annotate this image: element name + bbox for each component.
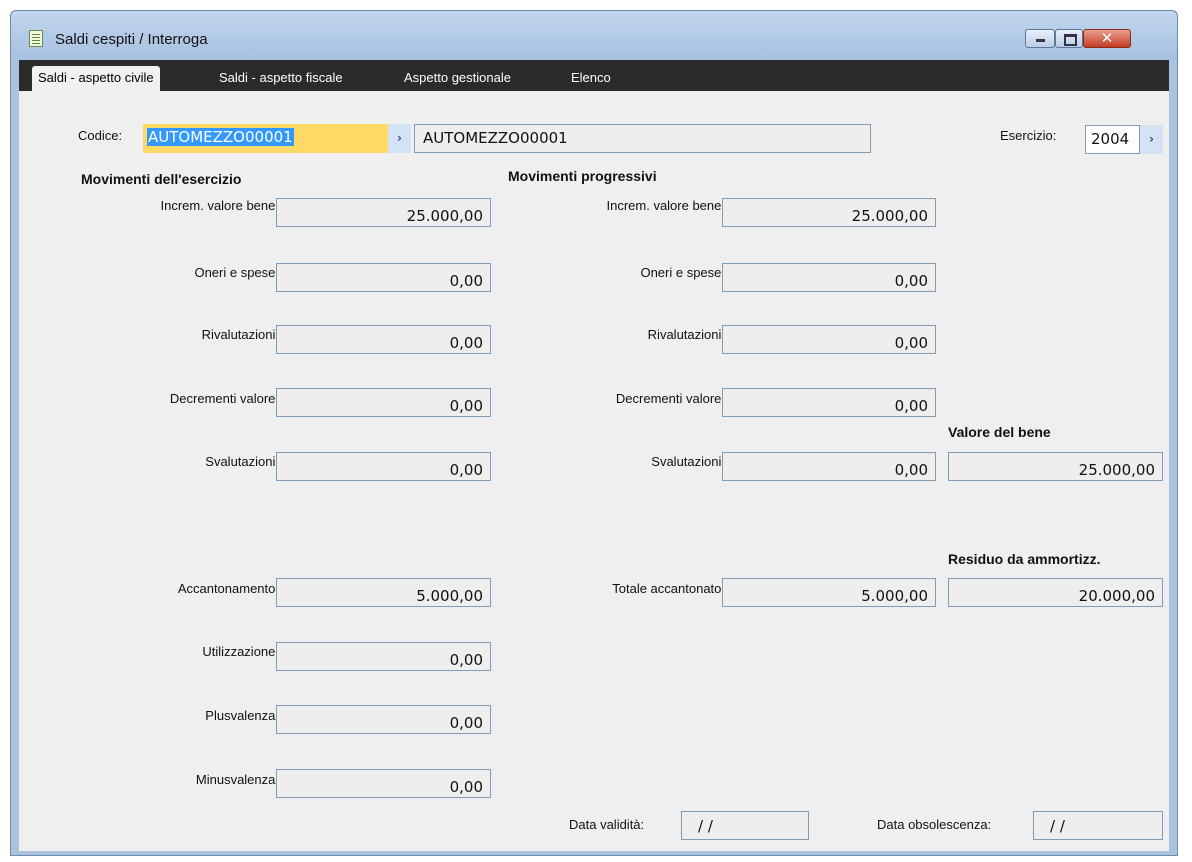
esercizio-label-minusvalenza: Minusvalenza: <box>195 772 279 787</box>
esercizio-label-rivalutazioni: Rivalutazioni: <box>201 327 279 342</box>
residuo-field[interactable]: 20.000,00 <box>948 578 1163 607</box>
esercizio-input[interactable]: 2004 <box>1085 125 1140 154</box>
esercizio-field-accantonamento[interactable]: 5.000,00 <box>276 578 491 607</box>
codice-zoom-button[interactable]: › <box>388 124 411 153</box>
progressivi-field-decrementi[interactable]: 0,00 <box>722 388 936 417</box>
codice-label: Codice: <box>78 128 123 143</box>
progressivi-field-oneri[interactable]: 0,00 <box>722 263 936 292</box>
descrizione-field[interactable]: AUTOMEZZO00001 <box>414 124 871 153</box>
esercizio-field-utilizzazione[interactable]: 0,00 <box>276 642 491 671</box>
form-icon <box>29 30 43 47</box>
window-title: Saldi cespiti / Interroga <box>55 31 208 48</box>
maximize-button[interactable] <box>1055 29 1083 48</box>
chevron-right-icon: › <box>1149 132 1154 146</box>
residuo-title: Residuo da ammortizz. <box>948 551 1101 567</box>
tab-aspetto-gestionale[interactable]: Aspetto gestionale <box>398 66 517 91</box>
codice-input[interactable]: AUTOMEZZO00001 <box>143 124 388 153</box>
close-icon: ✕ <box>1100 29 1114 47</box>
esercizio-label-oneri: Oneri e spese: <box>194 265 279 280</box>
esercizio-field-rivalutazioni[interactable]: 0,00 <box>276 325 491 354</box>
progressivi-label-decrementi: Decrementi valore: <box>615 391 725 406</box>
window: Saldi cespiti / Interroga ✕ Saldi - aspe… <box>10 10 1178 856</box>
tab-saldi-civile[interactable]: Saldi - aspetto civile <box>32 66 160 91</box>
progressivi-field-rivalutazioni[interactable]: 0,00 <box>722 325 936 354</box>
progressivi-label-svalutazioni: Svalutazioni: <box>651 454 725 469</box>
data-obsolescenza-label: Data obsolescenza: <box>877 817 992 832</box>
progressivi-label-rivalutazioni: Rivalutazioni: <box>647 327 725 342</box>
esercizio-label-increm: Increm. valore bene: <box>160 198 279 213</box>
progressivi-field-increm[interactable]: 25.000,00 <box>722 198 936 227</box>
esercizio-label-svalutazioni: Svalutazioni: <box>205 454 279 469</box>
data-validita-field[interactable]: / / <box>681 811 809 840</box>
progressivi-section-title: Movimenti progressivi <box>508 168 657 184</box>
progressivi-label-totale-accantonato: Totale accantonato: <box>612 581 725 596</box>
esercizio-field-increm[interactable]: 25.000,00 <box>276 198 491 227</box>
close-button[interactable]: ✕ <box>1083 29 1131 48</box>
data-validita-label: Data validità: <box>569 817 645 832</box>
esercizio-field-decrementi[interactable]: 0,00 <box>276 388 491 417</box>
esercizio-field-svalutazioni[interactable]: 0,00 <box>276 452 491 481</box>
esercizio-field-oneri[interactable]: 0,00 <box>276 263 491 292</box>
codice-value: AUTOMEZZO00001 <box>147 128 294 146</box>
valore-bene-field[interactable]: 25.000,00 <box>948 452 1163 481</box>
esercizio-field-plusvalenza[interactable]: 0,00 <box>276 705 491 734</box>
esercizio-label-accantonamento: Accantonamento: <box>177 581 279 596</box>
title-bar: Saldi cespiti / Interroga ✕ <box>11 11 1177 60</box>
chevron-right-icon: › <box>397 131 402 145</box>
data-obsolescenza-field[interactable]: / / <box>1033 811 1163 840</box>
esercizio-label-decrementi: Decrementi valore: <box>169 391 279 406</box>
esercizio-field-minusvalenza[interactable]: 0,00 <box>276 769 491 798</box>
esercizio-label-plusvalenza: Plusvalenza: <box>205 708 279 723</box>
progressivi-field-totale-accantonato[interactable]: 5.000,00 <box>722 578 936 607</box>
progressivi-label-increm: Increm. valore bene: <box>606 198 725 213</box>
minimize-button[interactable] <box>1025 29 1055 48</box>
tab-elenco[interactable]: Elenco <box>565 66 617 91</box>
progressivi-field-svalutazioni[interactable]: 0,00 <box>722 452 936 481</box>
esercizio-zoom-button[interactable]: › <box>1140 125 1163 154</box>
esercizio-section-title: Movimenti dell'esercizio <box>81 171 242 187</box>
esercizio-label: Esercizio: <box>1000 128 1057 143</box>
form-panel: Codice: AUTOMEZZO00001 › AUTOMEZZO00001 … <box>19 91 1169 851</box>
tab-bar: Saldi - aspetto civile Saldi - aspetto f… <box>19 60 1169 91</box>
tab-saldi-fiscale[interactable]: Saldi - aspetto fiscale <box>213 66 349 91</box>
valore-bene-title: Valore del bene <box>948 424 1051 440</box>
progressivi-label-oneri: Oneri e spese: <box>640 265 725 280</box>
esercizio-label-utilizzazione: Utilizzazione: <box>202 644 279 659</box>
